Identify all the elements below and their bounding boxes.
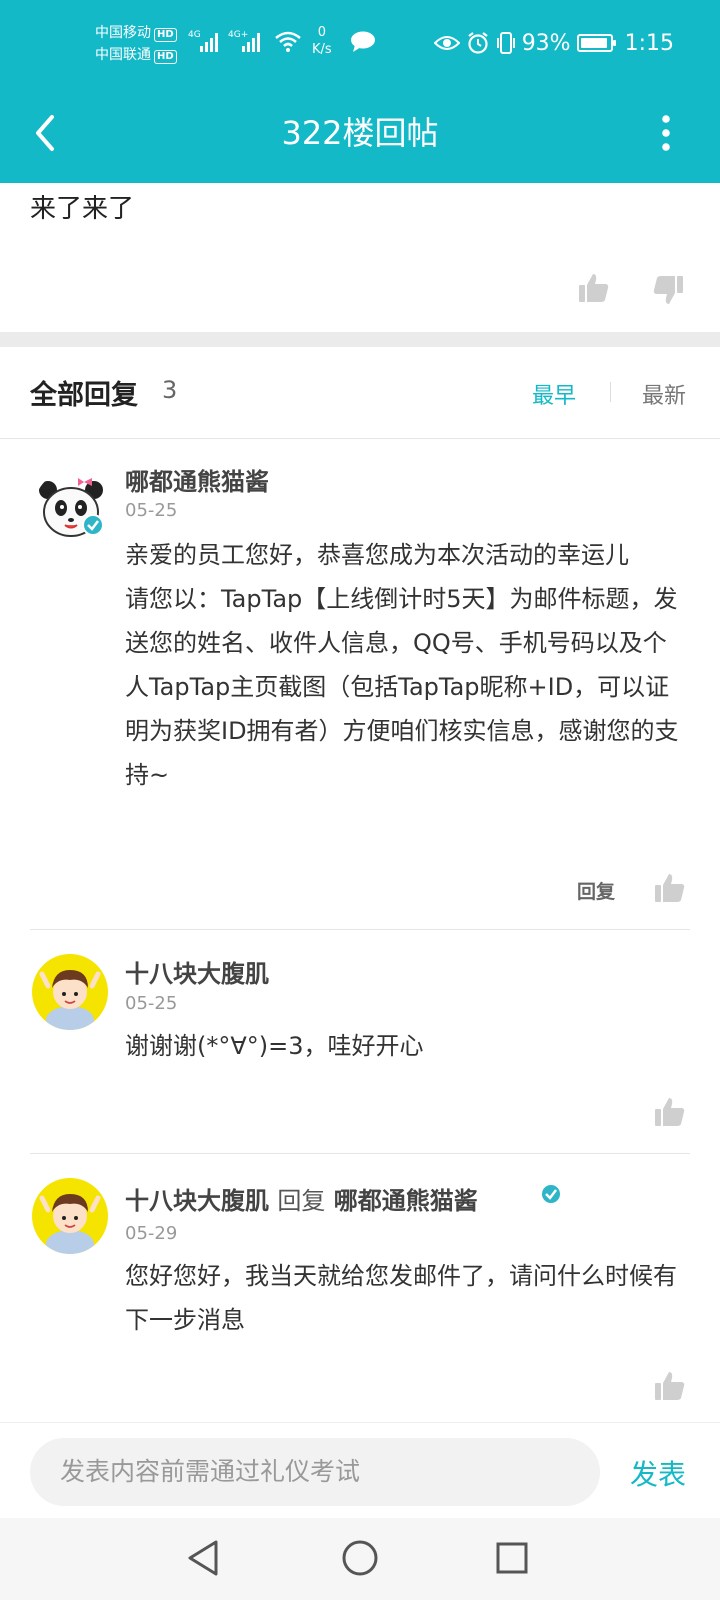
wifi-icon [274, 30, 302, 56]
reply-body: 谢谢谢(*°∀°)=3，哇好开心 [125, 1032, 424, 1060]
net-1-label: 4G [188, 30, 201, 40]
verified-badge-icon [540, 1183, 562, 1205]
reply-body: 您好您好，我当天就给您发邮件了，请问什么时候有下一步消息 [125, 1262, 677, 1334]
post-content: 来了来了 [30, 194, 135, 224]
net-2-label: 4G+ [228, 30, 248, 40]
cartoon-avatar-icon [32, 1178, 108, 1254]
divider [30, 929, 690, 930]
reply-body: 亲爱的员工您好，恭喜您成为本次活动的幸运儿 请您以：TapTap【上线倒计时5天… [125, 541, 679, 789]
chat-bubble-icon [350, 31, 376, 57]
thumbs-down-icon [653, 276, 683, 304]
signal-icon: 4G [188, 28, 224, 60]
section-divider [0, 332, 720, 347]
post-like-button[interactable] [578, 272, 610, 308]
avatar[interactable] [32, 954, 108, 1030]
hd-badge: HD [154, 28, 177, 42]
clock: 1:15 [624, 30, 674, 56]
thumbs-up-icon [579, 274, 609, 302]
sort-separator [610, 382, 611, 402]
system-nav-bar [0, 1518, 720, 1600]
reply-like-button[interactable] [654, 1096, 686, 1132]
reply-like-button[interactable] [654, 872, 686, 908]
send-button[interactable]: 发表 [630, 1453, 686, 1493]
nav-recents-button[interactable] [494, 1538, 530, 1582]
thumbs-up-icon [655, 1098, 685, 1126]
replies-count: 3 [162, 376, 178, 404]
more-menu-button[interactable] [652, 108, 680, 158]
thumbs-up-icon [655, 874, 685, 902]
circle-home-icon [342, 1540, 378, 1576]
cartoon-avatar-icon [32, 954, 108, 1030]
replies-title: 全部回复 [30, 380, 138, 411]
reply-like-button[interactable] [654, 1370, 686, 1406]
carrier-1: 中国移动 [95, 25, 151, 41]
carrier-info: 中国移动 HD 中国联通 HD [95, 22, 177, 66]
page-title: 322楼回帖 [281, 114, 439, 152]
nav-home-button[interactable] [340, 1538, 380, 1582]
app-header: 中国移动 HD 中国联通 HD 4G 4G+ 0 K/s 93% 1:15 32… [0, 0, 720, 183]
reply-to-username[interactable]: 哪都通熊猫酱 [334, 1187, 478, 1215]
battery-fill [580, 38, 607, 48]
comment-bar: 发表内容前需通过礼仪考试 发表 [0, 1422, 720, 1518]
reply-username[interactable]: 哪都通熊猫酱 [125, 462, 269, 497]
nav-back-button[interactable] [186, 1538, 222, 1582]
triangle-back-icon [188, 1540, 218, 1576]
network-speed: 0 K/s [312, 24, 332, 58]
speed-unit: K/s [312, 42, 332, 57]
signal-icon: 4G+ [228, 28, 268, 60]
reply-date: 05-29 [125, 1223, 178, 1244]
reply-word: 回复 [277, 1187, 326, 1215]
hd-badge: HD [154, 50, 177, 64]
vibrate-icon [496, 32, 515, 54]
reply-header: 十八块大腹肌 回复 哪都通熊猫酱 [125, 1181, 478, 1216]
comment-input[interactable]: 发表内容前需通过礼仪考试 [30, 1438, 600, 1506]
speed-value: 0 [317, 25, 326, 40]
title-bar: 322楼回帖 [0, 86, 720, 183]
eye-icon [433, 36, 460, 50]
battery-icon [576, 34, 616, 52]
reply-username[interactable]: 十八块大腹肌 [125, 1187, 269, 1215]
sort-latest-tab[interactable]: 最新 [642, 378, 686, 410]
sort-earliest-tab[interactable]: 最早 [532, 378, 576, 410]
reply-button[interactable]: 回复 [577, 877, 615, 904]
status-right: 93% 1:15 [433, 28, 674, 58]
avatar[interactable] [32, 1178, 108, 1254]
verified-badge-icon [82, 514, 104, 536]
battery-percent: 93% [521, 30, 571, 56]
more-vertical-icon [662, 115, 670, 151]
reply-username[interactable]: 十八块大腹肌 [125, 954, 269, 989]
thumbs-up-icon [655, 1372, 685, 1400]
square-recents-icon [496, 1542, 528, 1574]
reply-date: 05-25 [125, 500, 178, 521]
divider [0, 438, 720, 439]
post-dislike-button[interactable] [652, 274, 684, 310]
status-bar: 中国移动 HD 中国联通 HD 4G 4G+ 0 K/s 93% 1:15 [0, 0, 720, 86]
carrier-2: 中国联通 [95, 47, 151, 63]
divider [30, 1153, 690, 1154]
alarm-icon [468, 32, 488, 54]
reply-date: 05-25 [125, 993, 178, 1014]
